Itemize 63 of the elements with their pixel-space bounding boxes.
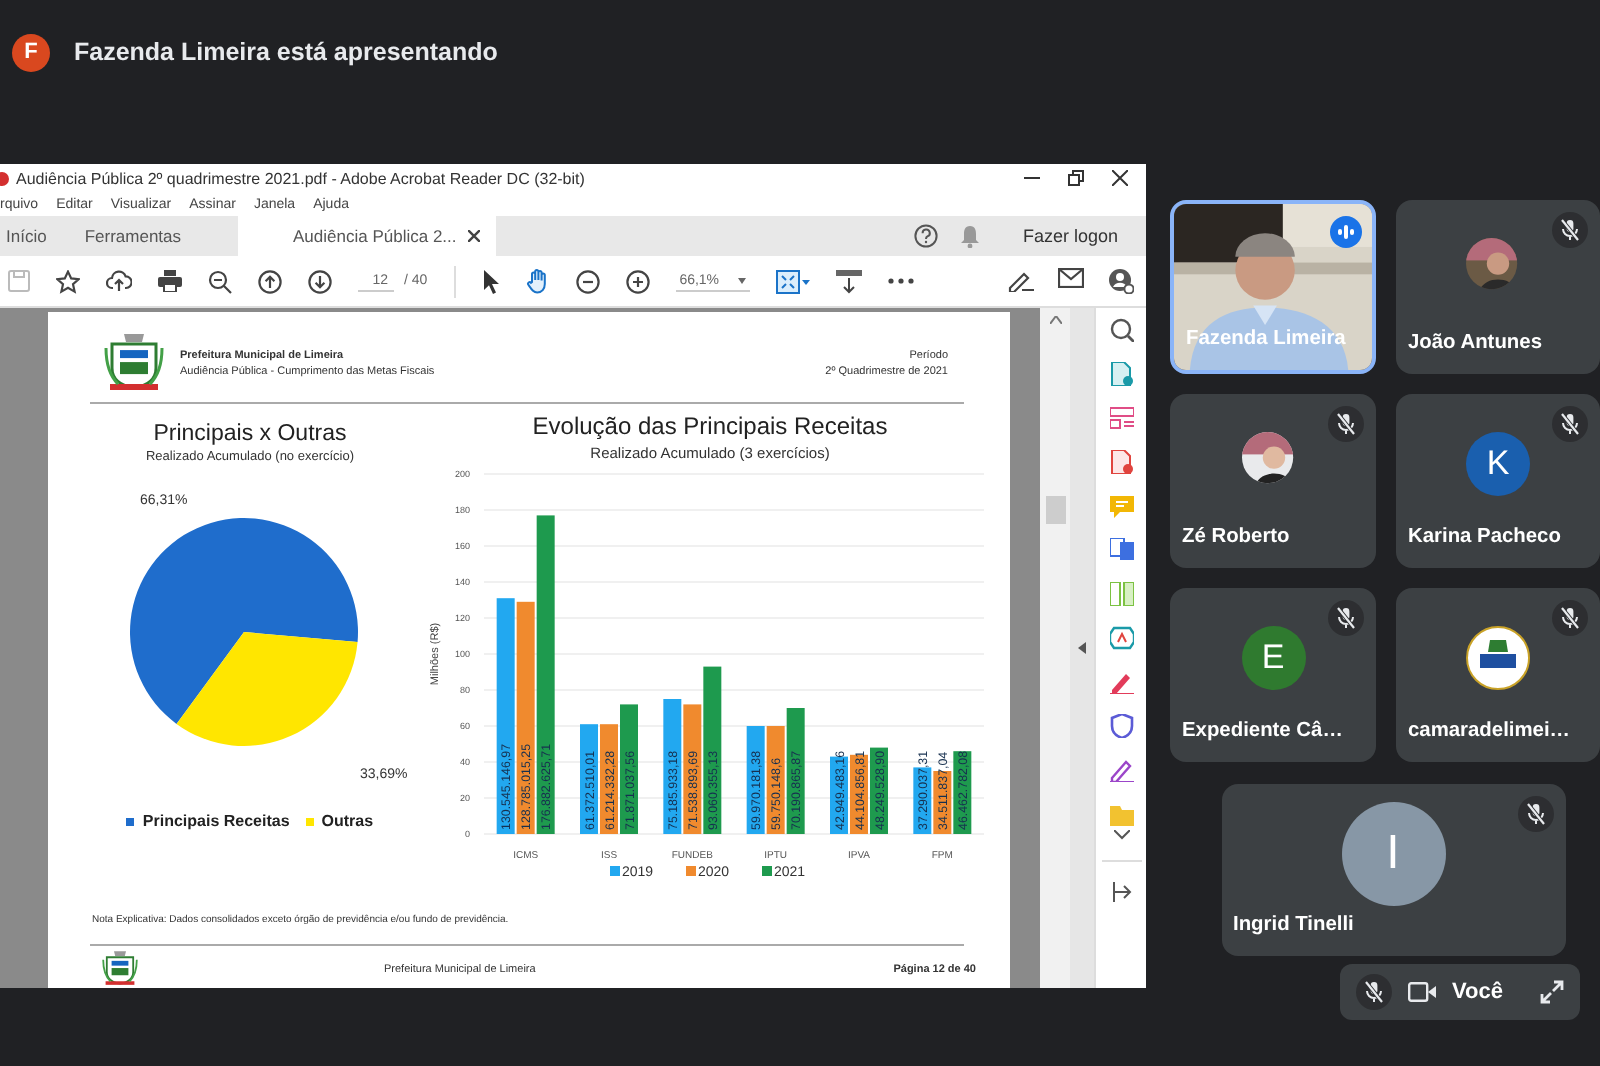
tab[interactable]: Ferramentas [78, 216, 198, 256]
help-icon[interactable] [914, 224, 939, 248]
legend-label: Principais Receitas [142, 812, 290, 831]
pen-icon[interactable] [1109, 670, 1133, 694]
stamp-icon[interactable] [1109, 626, 1133, 650]
avatar [1466, 626, 1530, 690]
self-label: Você [1452, 980, 1503, 1004]
document-icon[interactable] [1109, 362, 1133, 386]
caret-icon [737, 277, 746, 283]
scrollbar-thumb[interactable] [1045, 496, 1065, 524]
search-icon[interactable] [1109, 318, 1133, 342]
exit-icon[interactable] [1111, 882, 1131, 902]
pdf-icon [0, 169, 10, 187]
close-icon[interactable] [468, 230, 481, 242]
avatar: K [1466, 432, 1530, 496]
upload-icon[interactable] [106, 270, 132, 292]
pointer-icon[interactable] [481, 269, 500, 293]
zoom-out-icon[interactable] [575, 269, 600, 293]
participant-name: Karina Pacheco [1406, 526, 1563, 552]
avatar: E [1241, 626, 1305, 690]
scroll-up-icon[interactable] [1049, 316, 1061, 324]
shield-icon[interactable] [1109, 714, 1133, 738]
zoom-in-icon[interactable] [625, 269, 650, 293]
participant-name: Zé Roberto [1180, 526, 1292, 552]
close-icon[interactable] [1112, 170, 1128, 186]
next-page-icon[interactable] [308, 269, 332, 293]
previous-page-icon[interactable] [258, 269, 282, 293]
camera-icon[interactable] [1408, 982, 1436, 1002]
mic-off-icon[interactable] [1356, 974, 1392, 1010]
pen-icon[interactable] [1109, 758, 1133, 782]
expand-icon[interactable] [1113, 830, 1129, 840]
tab[interactable]: Início [0, 216, 63, 256]
sign-icon[interactable] [1006, 268, 1034, 292]
pages-icon[interactable] [1109, 538, 1133, 562]
scroll-mode-icon[interactable] [835, 269, 862, 293]
restore-icon[interactable] [1068, 170, 1084, 186]
print-icon[interactable] [158, 270, 182, 292]
mail-icon[interactable] [1058, 268, 1084, 288]
tab[interactable]: Audiência Pública 2... [237, 216, 497, 256]
fullscreen-icon[interactable] [1540, 980, 1564, 1004]
chart-title: Evolução das Principais Receitas [532, 412, 888, 441]
account-icon[interactable] [1108, 268, 1134, 294]
chart-title: Principais x Outras [153, 422, 347, 447]
sign-in-link[interactable]: Fazer logon [1022, 226, 1118, 246]
presenter-text: Fazenda Limeira está apresentando [74, 38, 498, 66]
participant-name: camaradelimei… [1406, 720, 1572, 746]
window-title: Audiência Pública 2º quadrimestre 2021.pdf - Adobe Acrobat Reader DC (32-bit) [16, 169, 585, 187]
zoom-out-icon[interactable] [208, 269, 232, 293]
participant-name: João Antunes [1406, 332, 1544, 358]
hand-icon[interactable] [525, 268, 550, 294]
participant-name: Ingrid Tinelli [1231, 914, 1356, 940]
avatar: I [1341, 801, 1445, 905]
avatar: F [12, 33, 50, 71]
star-icon[interactable] [56, 269, 80, 293]
participant-name: Expediente Câ… [1180, 720, 1345, 746]
more-icon[interactable] [887, 278, 914, 284]
speaking-icon [1330, 216, 1362, 248]
participant-name: Fazenda Limeira [1184, 328, 1348, 354]
fit-page-icon[interactable] [775, 269, 810, 293]
layout-icon[interactable] [1109, 406, 1133, 430]
legend-label: Outras [321, 812, 374, 831]
collapse-icon[interactable] [1078, 642, 1086, 654]
document-icon[interactable] [1109, 450, 1133, 474]
